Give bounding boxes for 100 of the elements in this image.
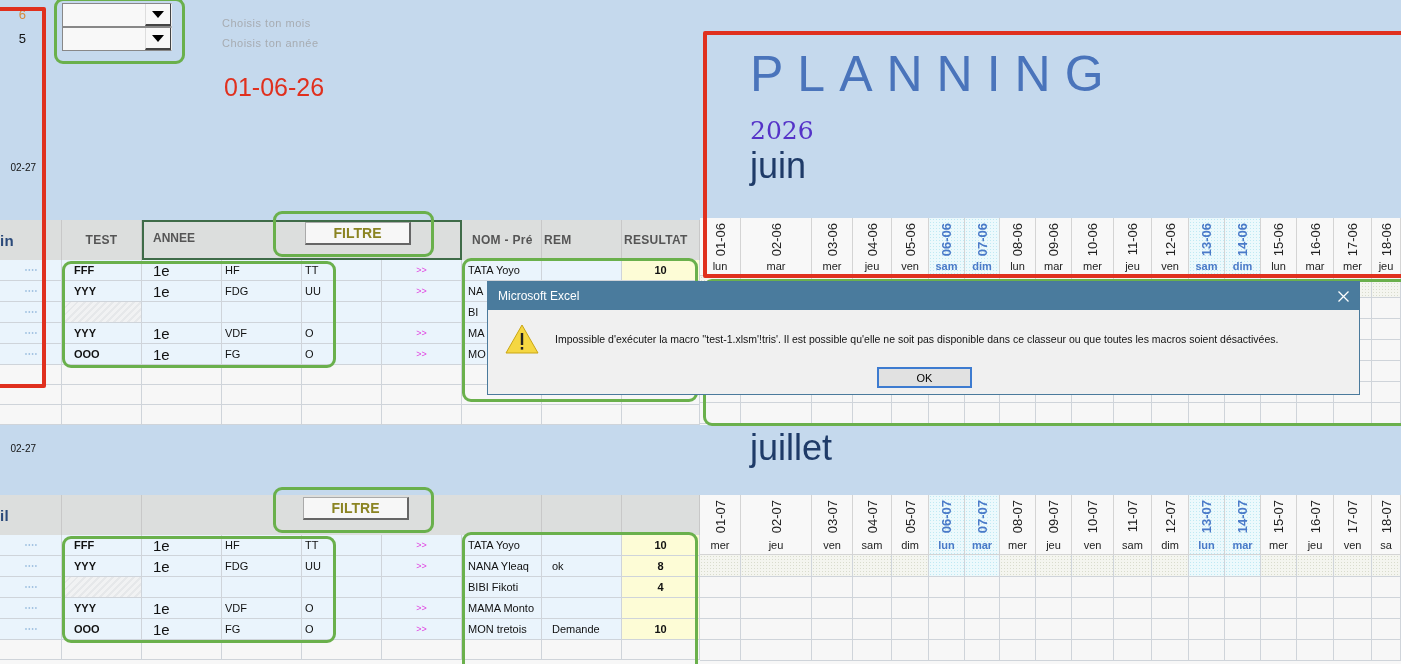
dots-icon (23, 268, 38, 272)
dropdown[interactable] (62, 3, 172, 27)
filter-button[interactable]: FILTRE (305, 222, 411, 245)
link-arrows[interactable]: >> (416, 624, 427, 634)
filter-button[interactable]: FILTRE (303, 497, 409, 520)
table-cell (812, 619, 853, 640)
close-icon[interactable] (1338, 290, 1349, 302)
table-cell (853, 619, 892, 640)
link-arrows[interactable]: >> (416, 328, 427, 338)
link-arrows[interactable]: >> (416, 286, 427, 296)
day-header: 08-07 mer (1000, 495, 1036, 555)
day-header: 02-07 jeu (741, 495, 812, 555)
table-cell: YYY (62, 323, 142, 344)
day-header: 18-07 sa (1372, 495, 1401, 555)
day-header: 05-07 dim (892, 495, 929, 555)
table-cell (1189, 640, 1225, 661)
table-cell: YYY (62, 556, 142, 577)
table-cell (892, 598, 929, 619)
table-cell (1114, 577, 1152, 598)
table-cell (1036, 640, 1072, 661)
table-cell (1261, 577, 1297, 598)
table-cell (965, 598, 1000, 619)
dots-icon (23, 310, 38, 314)
table-cell (1261, 619, 1297, 640)
table-cell (965, 619, 1000, 640)
link-arrows[interactable]: >> (416, 561, 427, 571)
table-cell (1000, 577, 1036, 598)
table-cell (1114, 640, 1152, 661)
table-cell (700, 598, 741, 619)
link-arrows[interactable]: >> (416, 603, 427, 613)
table-cell (1334, 640, 1372, 661)
table-cell (1225, 619, 1261, 640)
dots-icon (23, 543, 38, 547)
table-cell (1297, 640, 1334, 661)
table-cell (1072, 577, 1114, 598)
table-cell: TT (302, 535, 382, 556)
table-cell (1000, 640, 1036, 661)
day-header: 14-06 dim (1225, 218, 1261, 276)
link-arrows[interactable]: >> (416, 265, 427, 275)
table-cell (1334, 598, 1372, 619)
day-header: 14-07 mar (1225, 495, 1261, 555)
table-cell: O (302, 323, 382, 344)
table-cell: 1e (142, 323, 222, 344)
table-cell (1000, 598, 1036, 619)
table-cell (1225, 640, 1261, 661)
day-header: 01-07 mer (700, 495, 741, 555)
dropdown-label: Choisis ton année (222, 36, 320, 51)
table-cell: FDG (222, 556, 302, 577)
day-header: 11-07 sam (1114, 495, 1152, 555)
table-cell (1334, 555, 1372, 577)
table-cell: O (302, 619, 382, 640)
day-header: 03-07 ven (812, 495, 853, 555)
table-cell (892, 555, 929, 577)
table-cell (1372, 298, 1401, 319)
day-header: 12-07 dim (1152, 495, 1189, 555)
table-cell (1000, 555, 1036, 577)
table-cell: HF (222, 535, 302, 556)
table-cell (741, 598, 812, 619)
table-cell (1072, 598, 1114, 619)
table-cell: 10 (622, 535, 700, 556)
table-cell (892, 577, 929, 598)
table-cell: 1e (142, 260, 222, 281)
table-cell (1189, 555, 1225, 577)
table-cell (1261, 598, 1297, 619)
table-cell (700, 577, 741, 598)
month-label: il (0, 506, 9, 524)
table-cell: FDG (222, 281, 302, 302)
table-cell (812, 598, 853, 619)
dots-icon (23, 352, 38, 356)
caret-icon (152, 34, 164, 42)
dots-icon (23, 627, 38, 631)
caret-icon (152, 10, 164, 18)
day-header: 07-06 dim (965, 218, 1000, 276)
day-header: 06-06 sam (929, 218, 965, 276)
table-cell (1261, 555, 1297, 577)
table-cell (1036, 555, 1072, 577)
table-cell: FG (222, 619, 302, 640)
cell-value: 02-27 (10, 162, 36, 175)
table-cell (741, 555, 812, 577)
table-cell (812, 577, 853, 598)
table-cell (741, 577, 812, 598)
table-cell: ok (542, 556, 622, 577)
table-cell: HF (222, 260, 302, 281)
ok-button[interactable]: OK (877, 367, 972, 388)
table-cell (929, 619, 965, 640)
dropdown[interactable] (62, 27, 172, 51)
table-cell (1152, 577, 1189, 598)
table-cell (1372, 598, 1401, 619)
dropdown-label: Choisis ton mois (222, 16, 312, 31)
table-cell (1036, 598, 1072, 619)
link-arrows[interactable]: >> (416, 540, 427, 550)
cell-value: 02-27 (10, 443, 36, 455)
table-cell: MAMA Monto (462, 598, 542, 619)
dots-icon (23, 289, 38, 293)
link-arrows[interactable]: >> (416, 349, 427, 359)
table-cell: 8 (622, 556, 700, 577)
planning-title: PLANNING (750, 45, 1118, 104)
header-cell: REM (542, 220, 622, 260)
table-cell (1261, 640, 1297, 661)
day-header: 07-07 mar (965, 495, 1000, 555)
